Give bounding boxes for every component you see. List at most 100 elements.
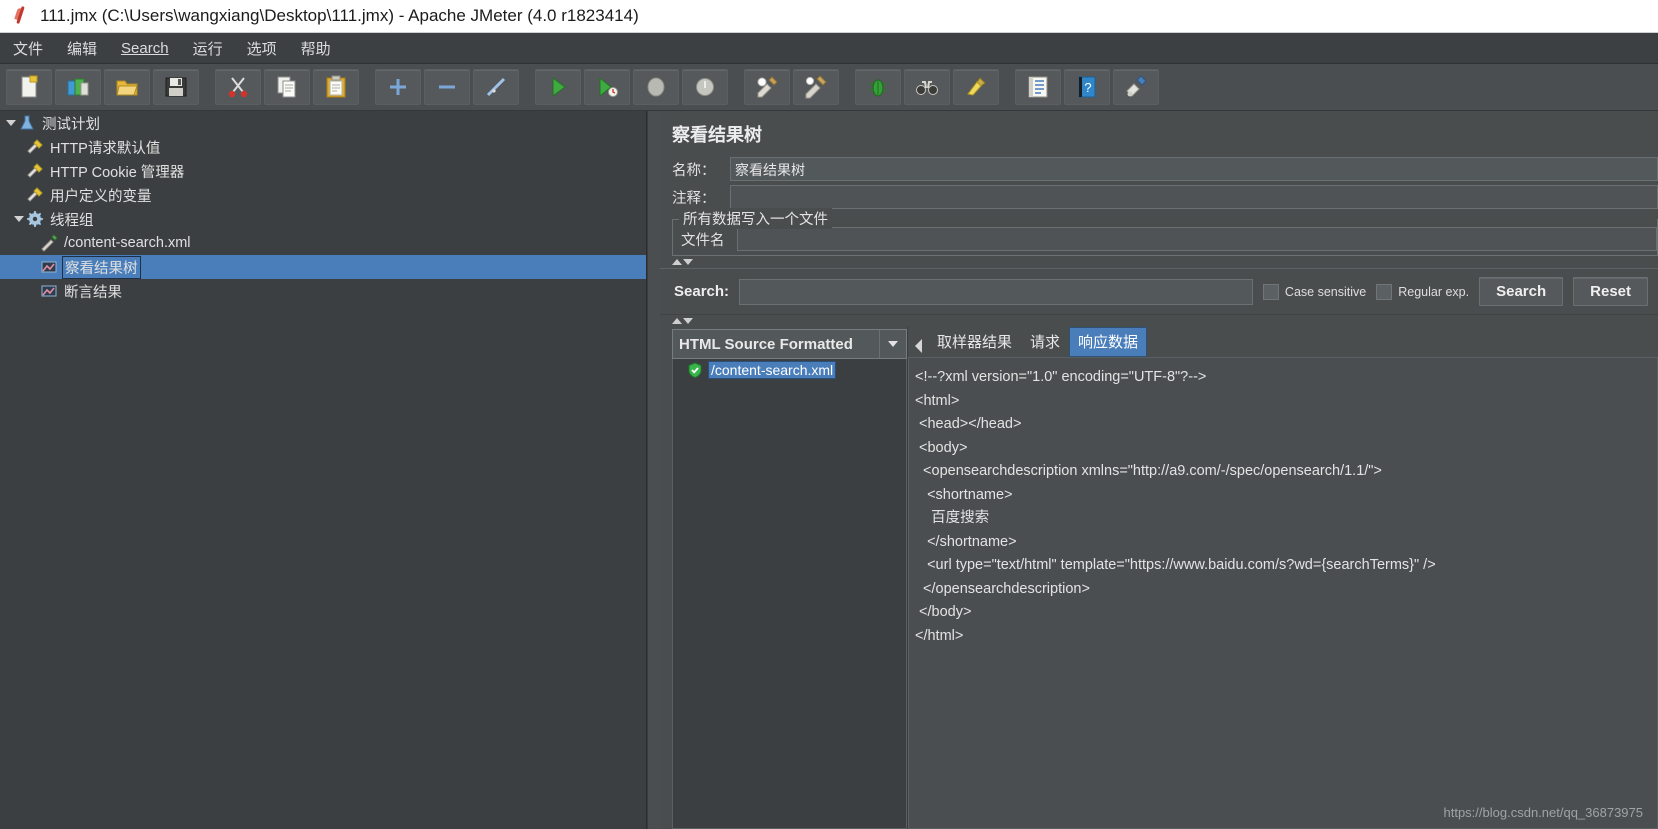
splitter-one-touch-top[interactable] bbox=[660, 256, 1658, 268]
tree-item-http-defaults[interactable]: HTTP请求默认值 bbox=[0, 135, 646, 159]
response-line: <html> bbox=[915, 392, 960, 409]
new-icon bbox=[21, 75, 38, 98]
chevron-down-icon[interactable] bbox=[12, 212, 26, 226]
toolbar-toggle-button[interactable] bbox=[473, 69, 519, 105]
view-results-tree-icon bbox=[41, 261, 57, 273]
toolbar-cut-button[interactable] bbox=[215, 69, 261, 105]
response-line: </body> bbox=[915, 604, 972, 620]
renderer-combobox[interactable]: HTML Source Formatted bbox=[672, 329, 907, 359]
name-input[interactable]: 察看结果树 bbox=[730, 157, 1658, 181]
toolbar-templates-button[interactable] bbox=[55, 69, 101, 105]
reset-button[interactable]: Reset bbox=[1573, 277, 1648, 306]
assertion-results-icon bbox=[41, 285, 57, 297]
filename-input[interactable] bbox=[737, 227, 1657, 251]
tree-item-label: 察看结果树 bbox=[62, 255, 141, 279]
renderer-selected-value: HTML Source Formatted bbox=[679, 335, 853, 353]
title-bar: 111.jmx (C:\Users\wangxiang\Desktop\111.… bbox=[0, 0, 1658, 33]
tree-item-user-defined-variables[interactable]: 用户定义的变量 bbox=[0, 183, 646, 207]
toolbar-stop-button[interactable] bbox=[633, 69, 679, 105]
toolbar-clear-button[interactable] bbox=[744, 69, 790, 105]
search-button[interactable]: Search bbox=[1479, 277, 1564, 306]
search-label: Search: bbox=[674, 283, 730, 300]
response-line: <url type="text/html" template="https://… bbox=[915, 557, 1436, 573]
toolbar-new-button[interactable] bbox=[6, 69, 52, 105]
tree-item-test-plan[interactable]: 测试计划 bbox=[0, 111, 646, 135]
checkbox-box[interactable] bbox=[1376, 283, 1393, 300]
toolbar-collapse-button[interactable] bbox=[424, 69, 470, 105]
toolbar-copy-button[interactable] bbox=[264, 69, 310, 105]
write-all-data-groupbox: 所有数据写入一个文件 文件名 bbox=[672, 208, 1658, 256]
tab-sampler-result[interactable]: 取样器结果 bbox=[928, 327, 1021, 357]
comment-input[interactable] bbox=[730, 185, 1658, 209]
toolbar-open-button[interactable] bbox=[104, 69, 150, 105]
toolbar-help-button[interactable]: ? bbox=[1064, 69, 1110, 105]
clear-all-icon bbox=[805, 75, 827, 99]
search-input[interactable] bbox=[739, 278, 1253, 305]
case-sensitive-checkbox[interactable]: Case sensitive bbox=[1262, 283, 1366, 300]
toolbar-save-button[interactable] bbox=[153, 69, 199, 105]
menu-run[interactable]: 运行 bbox=[188, 36, 228, 61]
toolbar-clear-all-button[interactable] bbox=[793, 69, 839, 105]
menu-options[interactable]: 选项 bbox=[242, 36, 282, 61]
minus-icon bbox=[439, 85, 455, 89]
menu-search-label: Search bbox=[121, 39, 169, 57]
toolbar-start-button[interactable] bbox=[535, 69, 581, 105]
chevron-down-icon[interactable] bbox=[4, 116, 18, 130]
copy-icon bbox=[277, 76, 296, 98]
play-no-pauses-icon bbox=[599, 76, 618, 98]
scroll-left-icon[interactable] bbox=[912, 335, 924, 357]
menu-edit[interactable]: 编辑 bbox=[62, 36, 102, 61]
tree-item-http-cookie-manager[interactable]: HTTP Cookie 管理器 bbox=[0, 159, 646, 183]
menu-file[interactable]: 文件 bbox=[8, 36, 48, 61]
menu-help[interactable]: 帮助 bbox=[296, 36, 336, 61]
toolbar-reset-search-button[interactable] bbox=[953, 69, 999, 105]
test-plan-tree[interactable]: 测试计划 HTTP请求默认值 HTTP Cookie 管理器 用户定义的变量 线… bbox=[0, 111, 647, 829]
tree-item-http-sampler[interactable]: /content-search.xml bbox=[0, 231, 646, 255]
jmeter-feather-icon bbox=[10, 5, 32, 27]
checkbox-box[interactable] bbox=[1262, 283, 1279, 300]
watermark-text: https://blog.csdn.net/qq_36873975 bbox=[1443, 805, 1644, 820]
splitter-one-touch-bottom[interactable] bbox=[660, 315, 1658, 327]
test-plan-icon bbox=[20, 115, 34, 130]
comment-label: 注释： bbox=[672, 190, 716, 207]
response-line: <!--?xml version="1.0" encoding="UTF-8"?… bbox=[915, 369, 1207, 385]
toolbar-bug-button[interactable] bbox=[855, 69, 901, 105]
cut-icon bbox=[228, 77, 248, 98]
tree-item-view-results-tree[interactable]: 察看结果树 bbox=[0, 255, 646, 279]
page-title: 察看结果树 bbox=[672, 125, 762, 145]
help-icon: ? bbox=[1078, 76, 1096, 98]
results-node-tree[interactable]: /content-search.xml bbox=[672, 359, 907, 829]
tree-item-assertion-results[interactable]: 断言结果 bbox=[0, 279, 646, 303]
window-title: 111.jmx (C:\Users\wangxiang\Desktop\111.… bbox=[40, 6, 639, 25]
shutdown-icon bbox=[696, 78, 714, 96]
response-data-view[interactable]: <!--?xml version="1.0" encoding="UTF-8"?… bbox=[908, 357, 1658, 829]
groupbox-legend: 所有数据写入一个文件 bbox=[679, 208, 832, 229]
templates-icon bbox=[67, 78, 89, 96]
tree-item-thread-group[interactable]: 线程组 bbox=[0, 207, 646, 231]
toolbar-search-button[interactable] bbox=[904, 69, 950, 105]
toolbar-paste-button[interactable] bbox=[313, 69, 359, 105]
regular-exp-checkbox[interactable]: Regular exp. bbox=[1376, 283, 1469, 300]
toggle-icon bbox=[486, 77, 506, 97]
triangle-up-icon[interactable] bbox=[672, 259, 682, 265]
response-tabs: 取样器结果 请求 响应数据 bbox=[908, 327, 1658, 357]
vertical-splitter[interactable] bbox=[647, 111, 660, 829]
svg-text:?: ? bbox=[1084, 80, 1091, 95]
open-icon bbox=[116, 80, 138, 96]
toolbar-start-no-pauses-button[interactable] bbox=[584, 69, 630, 105]
menu-search[interactable]: Search bbox=[116, 38, 174, 59]
toolbar-templates2-button[interactable] bbox=[1113, 69, 1159, 105]
toolbar-function-helper-button[interactable] bbox=[1015, 69, 1061, 105]
tab-response-data[interactable]: 响应数据 bbox=[1069, 327, 1148, 357]
triangle-down-icon[interactable] bbox=[683, 259, 693, 265]
http-sampler-icon bbox=[41, 234, 58, 252]
tab-request[interactable]: 请求 bbox=[1021, 327, 1069, 357]
triangle-up-icon[interactable] bbox=[672, 318, 682, 324]
toolbar-shutdown-button[interactable] bbox=[682, 69, 728, 105]
results-left-pane: HTML Source Formatted /content-search.xm… bbox=[660, 327, 908, 829]
toolbar-expand-button[interactable] bbox=[375, 69, 421, 105]
triangle-down-icon[interactable] bbox=[683, 318, 693, 324]
result-node-item[interactable]: /content-search.xml bbox=[673, 359, 906, 381]
response-line: <opensearchdescription xmlns="http://a9.… bbox=[915, 463, 1382, 479]
chevron-down-icon[interactable] bbox=[879, 330, 906, 358]
